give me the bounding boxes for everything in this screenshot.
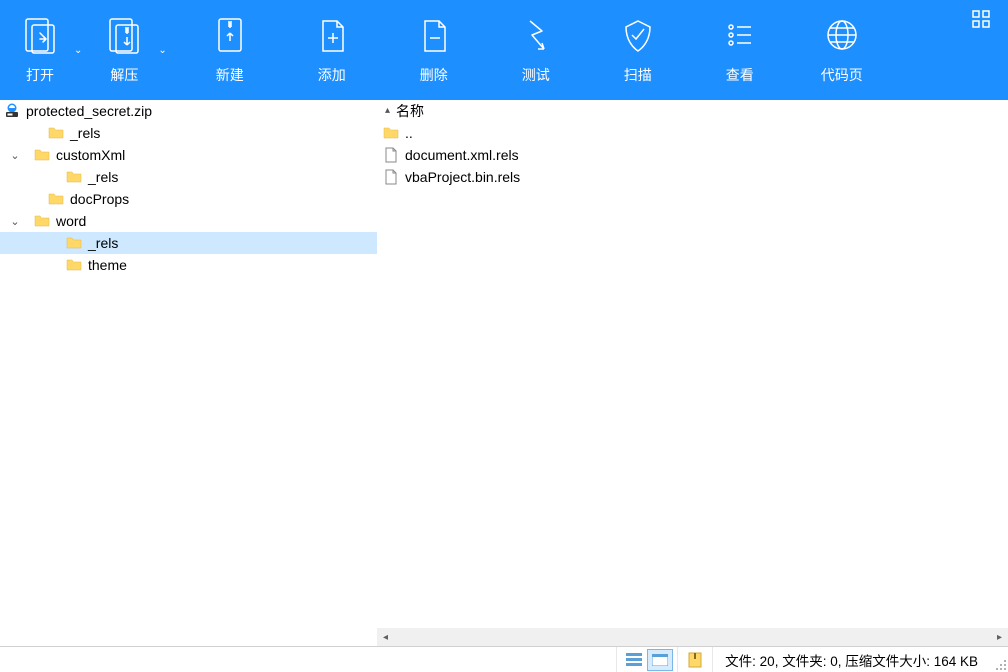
new-icon	[212, 15, 248, 55]
tree-panel[interactable]: protected_secret.zip _rels ⌄ customXml _…	[0, 100, 377, 646]
file-name: document.xml.rels	[405, 147, 519, 163]
file-icon	[383, 147, 399, 163]
view-label: 查看	[726, 65, 754, 85]
tree-label: docProps	[70, 191, 129, 207]
folder-up-icon	[383, 125, 399, 141]
view-button[interactable]: 查看	[689, 15, 791, 85]
open-label: 打开	[26, 65, 54, 85]
layout-toggle[interactable]	[972, 10, 990, 33]
tree-label: customXml	[56, 147, 125, 163]
content-panel: ▴ 名称 .. document.xml.rels vbaProject.bin…	[377, 100, 1008, 646]
resize-grip[interactable]	[990, 647, 1008, 672]
view-list-button[interactable]	[647, 649, 673, 671]
delete-icon	[416, 15, 452, 55]
test-button[interactable]: 测试	[485, 15, 587, 85]
tree-item[interactable]: _rels	[0, 122, 377, 144]
folder-icon	[48, 191, 64, 207]
open-icon	[22, 15, 58, 55]
status-text: 文件: 20, 文件夹: 0, 压缩文件大小: 164 KB	[717, 650, 986, 670]
folder-icon	[34, 213, 50, 229]
tree-root[interactable]: protected_secret.zip	[0, 100, 377, 122]
file-name: vbaProject.bin.rels	[405, 169, 520, 185]
extract-dropdown[interactable]: ⌄	[154, 45, 178, 56]
scan-icon	[620, 15, 656, 55]
main-area: protected_secret.zip _rels ⌄ customXml _…	[0, 100, 1008, 646]
folder-icon	[34, 147, 50, 163]
file-name: ..	[405, 125, 413, 141]
tree-root-label: protected_secret.zip	[26, 103, 152, 119]
tree-item[interactable]: ⌄ word	[0, 210, 377, 232]
test-label: 测试	[522, 65, 550, 85]
extract-button[interactable]: 解压	[94, 15, 154, 85]
tree-item[interactable]: _rels	[0, 166, 377, 188]
tree-item[interactable]: theme	[0, 254, 377, 276]
zip-icon	[4, 103, 20, 119]
column-header-name[interactable]: ▴ 名称	[377, 100, 1008, 122]
file-row[interactable]: document.xml.rels	[377, 144, 1008, 166]
scroll-track[interactable]	[394, 629, 991, 646]
open-button[interactable]: 打开	[10, 15, 70, 85]
view-archive-button[interactable]	[682, 649, 708, 671]
folder-icon	[66, 235, 82, 251]
tree-label: _rels	[88, 169, 118, 185]
grid-icon	[972, 10, 990, 28]
file-list[interactable]: .. document.xml.rels vbaProject.bin.rels	[377, 122, 1008, 628]
toolbar: 打开 ⌄ 解压 ⌄ 新建 添加 删除 测试 扫描	[0, 0, 1008, 100]
add-label: 添加	[318, 65, 346, 85]
extract-icon	[106, 15, 142, 55]
add-button[interactable]: 添加	[281, 15, 383, 85]
sort-arrow-icon: ▴	[385, 105, 390, 116]
codepage-button[interactable]: 代码页	[791, 15, 893, 85]
status-bar: 文件: 20, 文件夹: 0, 压缩文件大小: 164 KB	[0, 646, 1008, 672]
scan-label: 扫描	[624, 65, 652, 85]
extract-label: 解压	[110, 65, 138, 85]
expander[interactable]: ⌄	[8, 149, 22, 162]
folder-icon	[48, 125, 64, 141]
delete-label: 删除	[420, 65, 448, 85]
scan-button[interactable]: 扫描	[587, 15, 689, 85]
view-icon	[722, 15, 758, 55]
folder-icon	[66, 169, 82, 185]
open-dropdown[interactable]: ⌄	[70, 45, 94, 56]
column-header-label: 名称	[396, 101, 424, 121]
scroll-right[interactable]: ▸	[991, 629, 1008, 646]
tree-item[interactable]: ⌄ customXml	[0, 144, 377, 166]
test-icon	[518, 15, 554, 55]
file-row-up[interactable]: ..	[377, 122, 1008, 144]
expander[interactable]: ⌄	[8, 215, 22, 228]
delete-button[interactable]: 删除	[383, 15, 485, 85]
tree-label: word	[56, 213, 86, 229]
tree-label: _rels	[88, 235, 118, 251]
add-icon	[314, 15, 350, 55]
horizontal-scrollbar[interactable]: ◂ ▸	[377, 628, 1008, 646]
file-icon	[383, 169, 399, 185]
tree-label: _rels	[70, 125, 100, 141]
codepage-icon	[824, 15, 860, 55]
codepage-label: 代码页	[821, 65, 863, 85]
new-label: 新建	[216, 65, 244, 85]
view-details-button[interactable]	[621, 649, 647, 671]
new-button[interactable]: 新建	[179, 15, 281, 85]
tree-item-selected[interactable]: _rels	[0, 232, 377, 254]
folder-icon	[66, 257, 82, 273]
tree-label: theme	[88, 257, 127, 273]
file-row[interactable]: vbaProject.bin.rels	[377, 166, 1008, 188]
scroll-left[interactable]: ◂	[377, 629, 394, 646]
tree-item[interactable]: docProps	[0, 188, 377, 210]
